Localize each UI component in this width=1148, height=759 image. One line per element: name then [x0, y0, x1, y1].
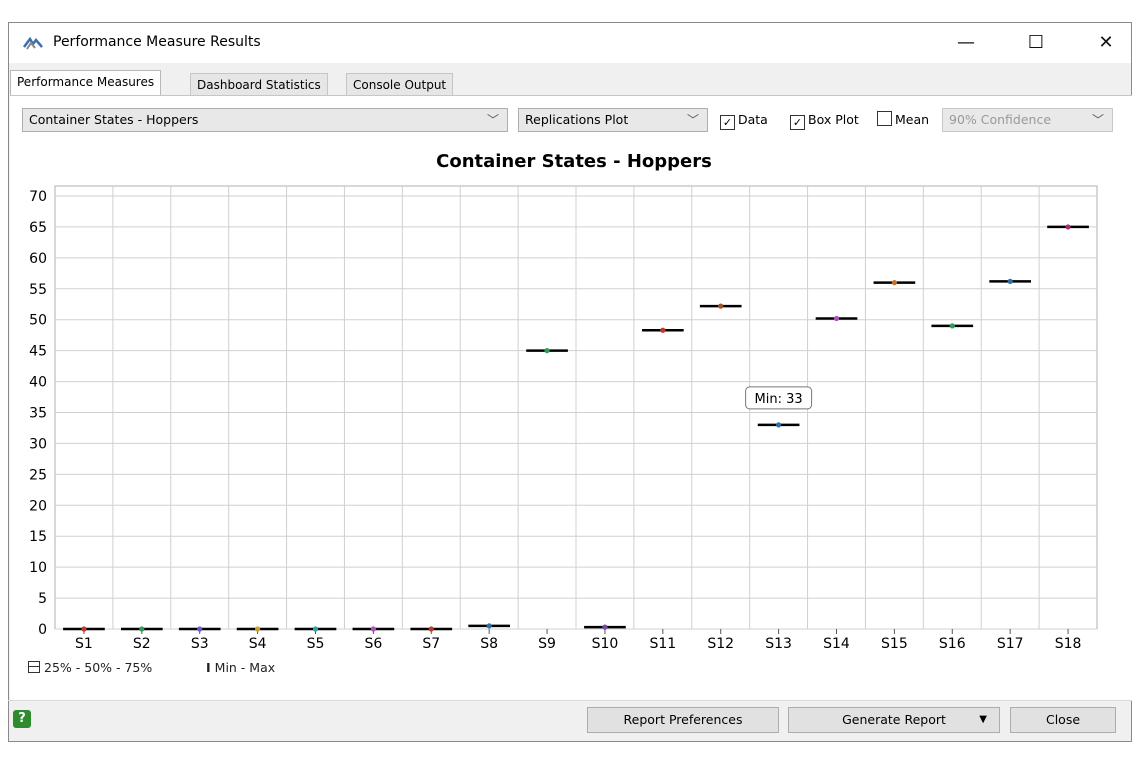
- legend-box: 25% - 50% - 75%: [28, 660, 152, 675]
- y-tick-label: 20: [29, 498, 47, 514]
- legend-box-label: 25% - 50% - 75%: [44, 660, 153, 675]
- generate-report-button[interactable]: Generate Report ▼: [788, 707, 1000, 733]
- whisker-legend-icon: I: [206, 660, 211, 675]
- x-tick-label: S10: [592, 636, 619, 652]
- close-button[interactable]: Close: [1010, 707, 1116, 733]
- x-tick-label: S18: [1055, 636, 1082, 652]
- x-tick-label: S5: [307, 636, 325, 652]
- x-tick-label: S12: [707, 636, 734, 652]
- data-point: [486, 623, 492, 629]
- data-point: [544, 348, 550, 354]
- x-tick-label: S3: [191, 636, 209, 652]
- y-tick-label: 55: [29, 282, 47, 298]
- generate-report-label: Generate Report: [842, 712, 946, 727]
- y-tick-label: 35: [29, 406, 47, 422]
- x-tick-label: S2: [133, 636, 151, 652]
- x-tick-label: S17: [997, 636, 1024, 652]
- y-tick-label: 40: [29, 375, 47, 391]
- data-point: [255, 626, 261, 632]
- legend-minmax-label: Min - Max: [214, 660, 276, 675]
- x-tick-label: S14: [823, 636, 850, 652]
- data-point: [776, 422, 782, 428]
- x-tick-label: S11: [649, 636, 676, 652]
- x-tick-label: S8: [480, 636, 498, 652]
- x-tick-label: S16: [939, 636, 966, 652]
- x-tick-label: S9: [538, 636, 556, 652]
- y-tick-label: 0: [38, 622, 47, 638]
- box-legend-icon: [28, 661, 40, 673]
- x-tick-label: S4: [249, 636, 267, 652]
- data-point: [428, 626, 434, 632]
- y-tick-label: 60: [29, 251, 47, 267]
- dropdown-arrow-icon: ▼: [979, 714, 987, 725]
- x-tick-label: S6: [364, 636, 382, 652]
- data-point: [949, 323, 955, 329]
- y-tick-label: 15: [29, 529, 47, 545]
- data-point: [660, 327, 666, 333]
- data-point: [602, 624, 608, 630]
- data-point: [1065, 224, 1071, 230]
- report-preferences-button[interactable]: Report Preferences: [587, 707, 779, 733]
- y-tick-label: 65: [29, 220, 47, 236]
- data-point: [1007, 278, 1013, 284]
- x-tick-label: S15: [881, 636, 908, 652]
- data-point: [370, 626, 376, 632]
- x-tick-label: S1: [75, 636, 93, 652]
- y-tick-label: 70: [29, 189, 47, 205]
- y-tick-label: 45: [29, 344, 47, 360]
- y-tick-label: 5: [38, 591, 47, 607]
- x-tick-label: S13: [765, 636, 792, 652]
- data-point: [312, 626, 319, 632]
- data-point: [197, 626, 203, 632]
- x-tick-label: S7: [422, 636, 440, 652]
- replications-chart: 0 5 10 15 20 25 30 35 40 45 50 55 60 65 70 S1 S2 S3 S4 S5 S6…: [29, 185, 1098, 652]
- y-tick-label: 50: [29, 313, 47, 329]
- data-point: [891, 280, 897, 286]
- y-tick-label: 10: [29, 560, 47, 576]
- y-tick-label: 25: [29, 467, 47, 483]
- tooltip-text: Min: 33: [755, 392, 803, 407]
- divider: [8, 700, 1132, 701]
- data-point: [833, 315, 840, 322]
- data-point: [718, 303, 724, 309]
- y-tick-label: 30: [29, 436, 47, 452]
- legend-minmax: I Min - Max: [206, 660, 275, 675]
- help-icon[interactable]: ?: [13, 710, 31, 728]
- data-point: [139, 626, 145, 632]
- data-point: [81, 626, 87, 632]
